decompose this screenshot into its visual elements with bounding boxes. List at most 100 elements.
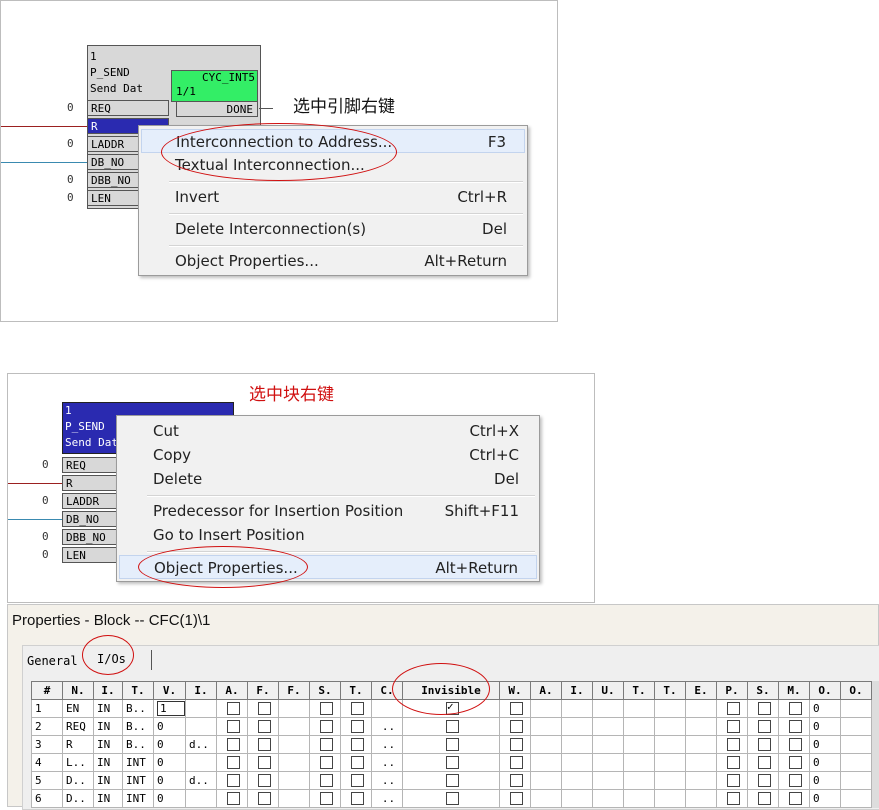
checkbox[interactable] <box>727 738 740 752</box>
io-name-cell[interactable]: D.. <box>62 789 94 808</box>
checkbox-cell[interactable] <box>247 699 279 718</box>
checkbox[interactable] <box>320 738 333 752</box>
checkbox-cell[interactable] <box>747 699 779 718</box>
checkbox[interactable] <box>227 702 240 716</box>
column-header[interactable]: S. <box>309 681 341 700</box>
checkbox[interactable] <box>758 756 771 770</box>
io-name-cell[interactable]: REQ <box>62 717 94 736</box>
checkbox[interactable] <box>789 756 802 770</box>
empty-cell[interactable] <box>530 789 562 808</box>
checkbox-cell[interactable] <box>747 789 779 808</box>
empty-cell[interactable] <box>685 753 717 772</box>
checkbox[interactable] <box>510 774 523 788</box>
checkbox-cell[interactable] <box>747 717 779 736</box>
empty-cell[interactable] <box>278 789 310 808</box>
checkbox-cell[interactable] <box>716 789 748 808</box>
empty-cell[interactable] <box>654 717 686 736</box>
checkbox-cell[interactable] <box>247 753 279 772</box>
checkbox[interactable] <box>510 738 523 752</box>
checkbox-cell[interactable] <box>340 717 372 736</box>
empty-cell[interactable] <box>561 717 593 736</box>
checkbox-cell[interactable] <box>340 789 372 808</box>
checkbox-cell[interactable] <box>340 771 372 790</box>
checkbox-cell[interactable] <box>340 699 372 718</box>
checkbox[interactable] <box>258 792 271 806</box>
empty-cell[interactable] <box>623 699 655 718</box>
io-direction-cell[interactable]: IN <box>93 699 123 718</box>
checkbox[interactable] <box>351 702 364 716</box>
io-value-cell[interactable]: 0 <box>153 789 186 808</box>
checkbox-cell[interactable] <box>499 789 531 808</box>
checkbox-cell[interactable] <box>309 717 341 736</box>
io-direction-cell[interactable]: IN <box>93 735 123 754</box>
checkbox-cell[interactable] <box>340 735 372 754</box>
io-identifier-cell[interactable]: d.. <box>185 771 217 790</box>
empty-cell[interactable] <box>278 735 310 754</box>
menu-cut[interactable]: Cut Ctrl+X <box>119 419 537 443</box>
column-header[interactable]: O. <box>840 681 872 700</box>
empty-cell[interactable] <box>685 699 717 718</box>
invisible-cell[interactable] <box>402 717 500 736</box>
io-o-cell[interactable]: 0 <box>809 771 841 790</box>
empty-cell[interactable] <box>561 789 593 808</box>
checkbox[interactable] <box>727 702 740 716</box>
empty-cell[interactable] <box>840 699 872 718</box>
io-value[interactable]: 0 <box>157 756 164 769</box>
empty-cell[interactable] <box>561 699 593 718</box>
checkbox-cell[interactable] <box>499 699 531 718</box>
checkbox[interactable] <box>727 720 740 734</box>
io-identifier-cell[interactable] <box>185 789 217 808</box>
checkbox-cell[interactable] <box>499 771 531 790</box>
checkbox[interactable] <box>727 774 740 788</box>
empty-cell[interactable] <box>530 753 562 772</box>
checkbox[interactable] <box>758 792 771 806</box>
checkbox[interactable] <box>227 792 240 806</box>
io-direction-cell[interactable]: IN <box>93 789 123 808</box>
checkbox-cell[interactable] <box>247 735 279 754</box>
checkbox[interactable] <box>227 720 240 734</box>
io-value-cell[interactable]: 0 <box>153 717 186 736</box>
empty-cell[interactable] <box>654 771 686 790</box>
empty-cell[interactable] <box>278 717 310 736</box>
checkbox[interactable] <box>320 720 333 734</box>
checkbox-cell[interactable] <box>778 789 810 808</box>
empty-cell[interactable] <box>685 789 717 808</box>
empty-cell[interactable] <box>278 699 310 718</box>
checkbox-cell[interactable] <box>778 753 810 772</box>
empty-cell[interactable] <box>654 699 686 718</box>
empty-cell[interactable] <box>685 717 717 736</box>
empty-cell[interactable] <box>592 789 624 808</box>
table-row[interactable]: 6 D.. IN INT 0.. 0 <box>31 789 872 808</box>
checkbox-cell[interactable] <box>778 699 810 718</box>
pin-done[interactable]: DONE <box>176 101 258 117</box>
column-header[interactable]: A. <box>216 681 248 700</box>
checkbox-cell[interactable] <box>247 789 279 808</box>
io-comment-cell[interactable]: .. <box>371 735 403 754</box>
io-type-cell[interactable]: B.. <box>122 735 154 754</box>
checkbox-cell[interactable] <box>309 699 341 718</box>
menu-go-to-insert-position[interactable]: Go to Insert Position <box>119 523 537 547</box>
table-row[interactable]: 4 L.. IN INT 0.. 0 <box>31 753 872 772</box>
checkbox[interactable] <box>258 774 271 788</box>
checkbox[interactable] <box>351 756 364 770</box>
empty-cell[interactable] <box>530 699 562 718</box>
checkbox[interactable] <box>510 702 523 716</box>
column-header[interactable]: T. <box>340 681 372 700</box>
invisible-checkbox[interactable] <box>446 738 459 752</box>
column-header[interactable]: P. <box>716 681 748 700</box>
invisible-checkbox[interactable] <box>446 774 459 788</box>
checkbox[interactable] <box>510 756 523 770</box>
io-direction-cell[interactable]: IN <box>93 717 123 736</box>
tab-general[interactable]: General <box>27 654 78 668</box>
empty-cell[interactable] <box>840 771 872 790</box>
menu-invert[interactable]: Invert Ctrl+R <box>141 185 525 209</box>
io-type-cell[interactable]: B.. <box>122 717 154 736</box>
checkbox-cell[interactable] <box>216 735 248 754</box>
column-header[interactable]: I. <box>561 681 593 700</box>
column-header[interactable]: F. <box>247 681 279 700</box>
column-header[interactable]: T. <box>623 681 655 700</box>
empty-cell[interactable] <box>840 789 872 808</box>
checkbox[interactable] <box>789 738 802 752</box>
checkbox[interactable] <box>789 774 802 788</box>
column-header[interactable]: E. <box>685 681 717 700</box>
